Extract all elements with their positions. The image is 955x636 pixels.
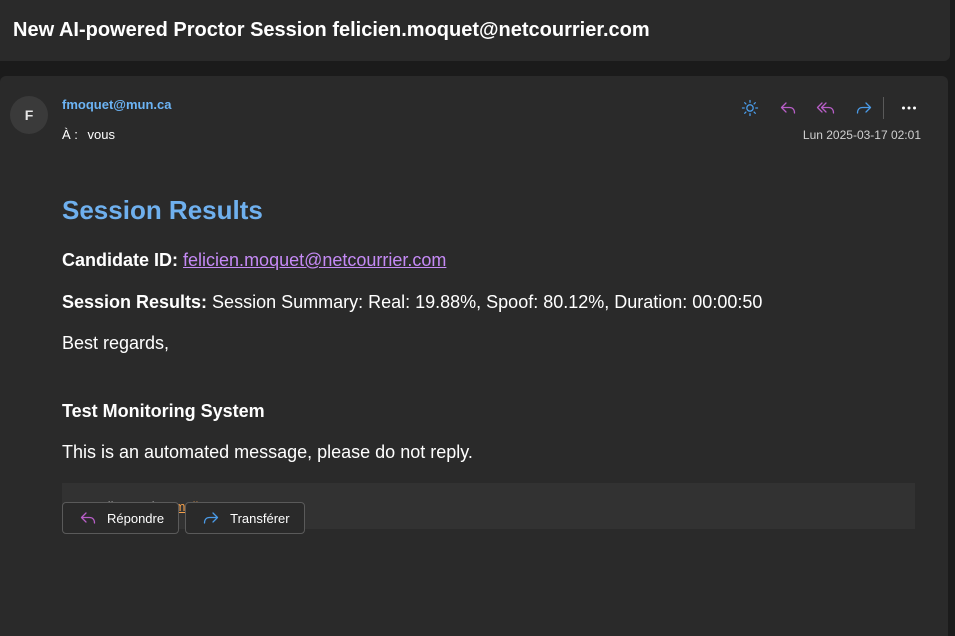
- sender-email[interactable]: fmoquet@mun.ca: [62, 97, 171, 112]
- recipient-label: À :: [62, 127, 78, 142]
- email-subject: New AI-powered Proctor Session felicien.…: [13, 19, 650, 41]
- results-line: Session Results: Session Summary: Real: …: [62, 290, 762, 314]
- recipient-value[interactable]: vous: [88, 127, 115, 142]
- results-label: Session Results:: [62, 292, 208, 312]
- reply-icon: [80, 512, 96, 524]
- forward-button-label: Transférer: [230, 510, 290, 526]
- recipient-row: À : vous: [62, 127, 115, 142]
- reply-button-label: Répondre: [107, 510, 165, 526]
- subject-bar: New AI-powered Proctor Session felicien.…: [0, 0, 950, 61]
- more-icon[interactable]: [890, 94, 928, 122]
- reply-icon[interactable]: [769, 94, 807, 122]
- bottom-actions: Répondre Transférer: [62, 502, 305, 534]
- avatar[interactable]: F: [10, 96, 48, 134]
- sun-icon[interactable]: [731, 94, 769, 122]
- forward-icon: [203, 512, 219, 524]
- reply-all-icon[interactable]: [807, 94, 845, 122]
- body-heading: Session Results: [62, 195, 263, 225]
- signature-text: Test Monitoring System: [62, 401, 265, 421]
- reply-button[interactable]: Répondre: [62, 502, 180, 534]
- candidate-label: Candidate ID:: [62, 250, 179, 270]
- candidate-line: Candidate ID: felicien.moquet@netcourrie…: [62, 248, 446, 272]
- results-value: Session Summary: Real: 19.88%, Spoof: 80…: [207, 292, 763, 312]
- notice-text: This is an automated message, please do …: [62, 442, 473, 462]
- toolbar-divider: [883, 97, 884, 119]
- message-body: Session Results Candidate ID: felicien.m…: [62, 192, 915, 529]
- candidate-email-link[interactable]: felicien.moquet@netcourrier.com: [183, 250, 446, 270]
- closing-text: Best regards,: [62, 333, 170, 353]
- message-date: Lun 2025-03-17 02:01: [802, 128, 921, 142]
- forward-button[interactable]: Transférer: [185, 502, 305, 534]
- forward-icon[interactable]: [845, 94, 883, 122]
- message-actions: [731, 94, 928, 122]
- message-card: F fmoquet@mun.ca À : vous Lun 2025-03-17…: [0, 76, 948, 636]
